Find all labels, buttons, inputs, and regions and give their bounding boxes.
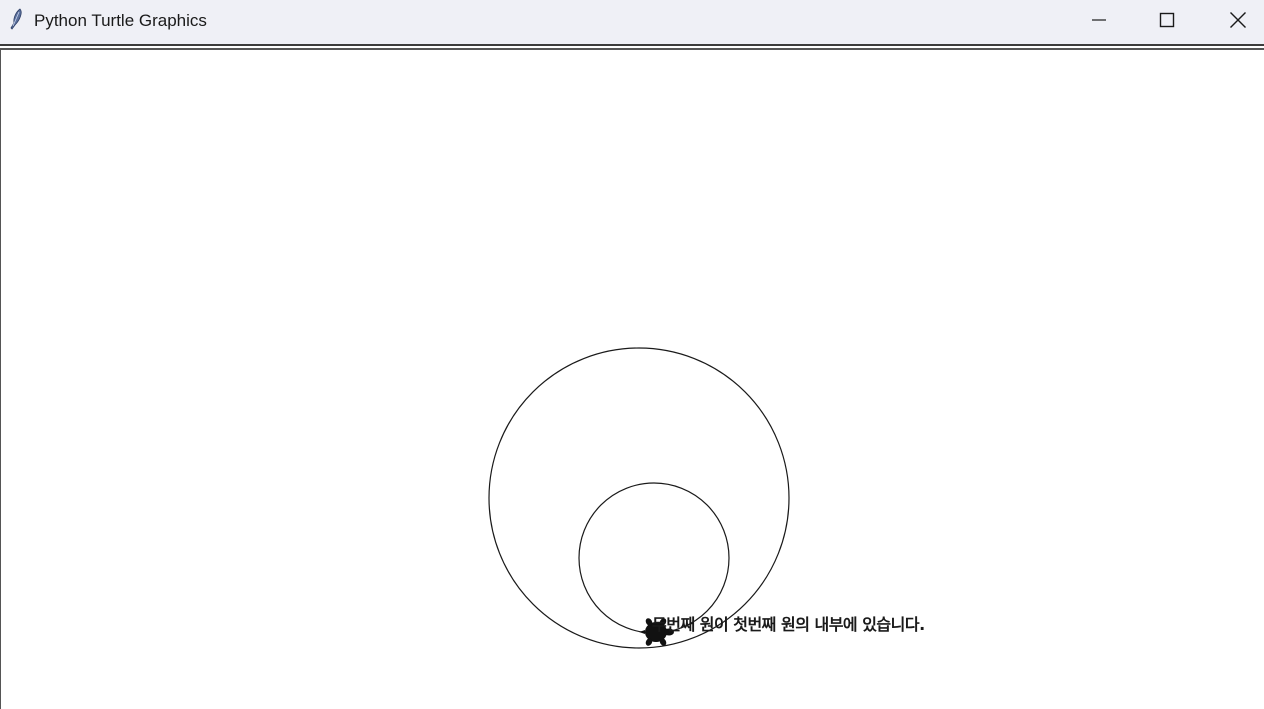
window-title: Python Turtle Graphics	[34, 11, 207, 30]
turtle-canvas[interactable]: 두번째 원이 첫번째 원의 내부에 있습니다.	[0, 48, 1264, 709]
first-circle	[488, 347, 790, 649]
drawing-surface	[488, 347, 790, 649]
maximize-button[interactable]	[1132, 0, 1202, 40]
close-icon	[1230, 12, 1246, 28]
close-button[interactable]	[1203, 0, 1264, 40]
maximize-icon	[1159, 12, 1175, 28]
turtle-window: Python Turtle Graphics 두번째 원이 첫번째 원의 내부에…	[0, 0, 1264, 709]
result-message: 두번째 원이 첫번째 원의 내부에 있습니다.	[652, 615, 925, 634]
minimize-icon	[1092, 19, 1106, 21]
minimize-button[interactable]	[1064, 0, 1134, 40]
title-bar[interactable]: Python Turtle Graphics	[0, 0, 1264, 44]
feather-icon	[10, 8, 22, 30]
